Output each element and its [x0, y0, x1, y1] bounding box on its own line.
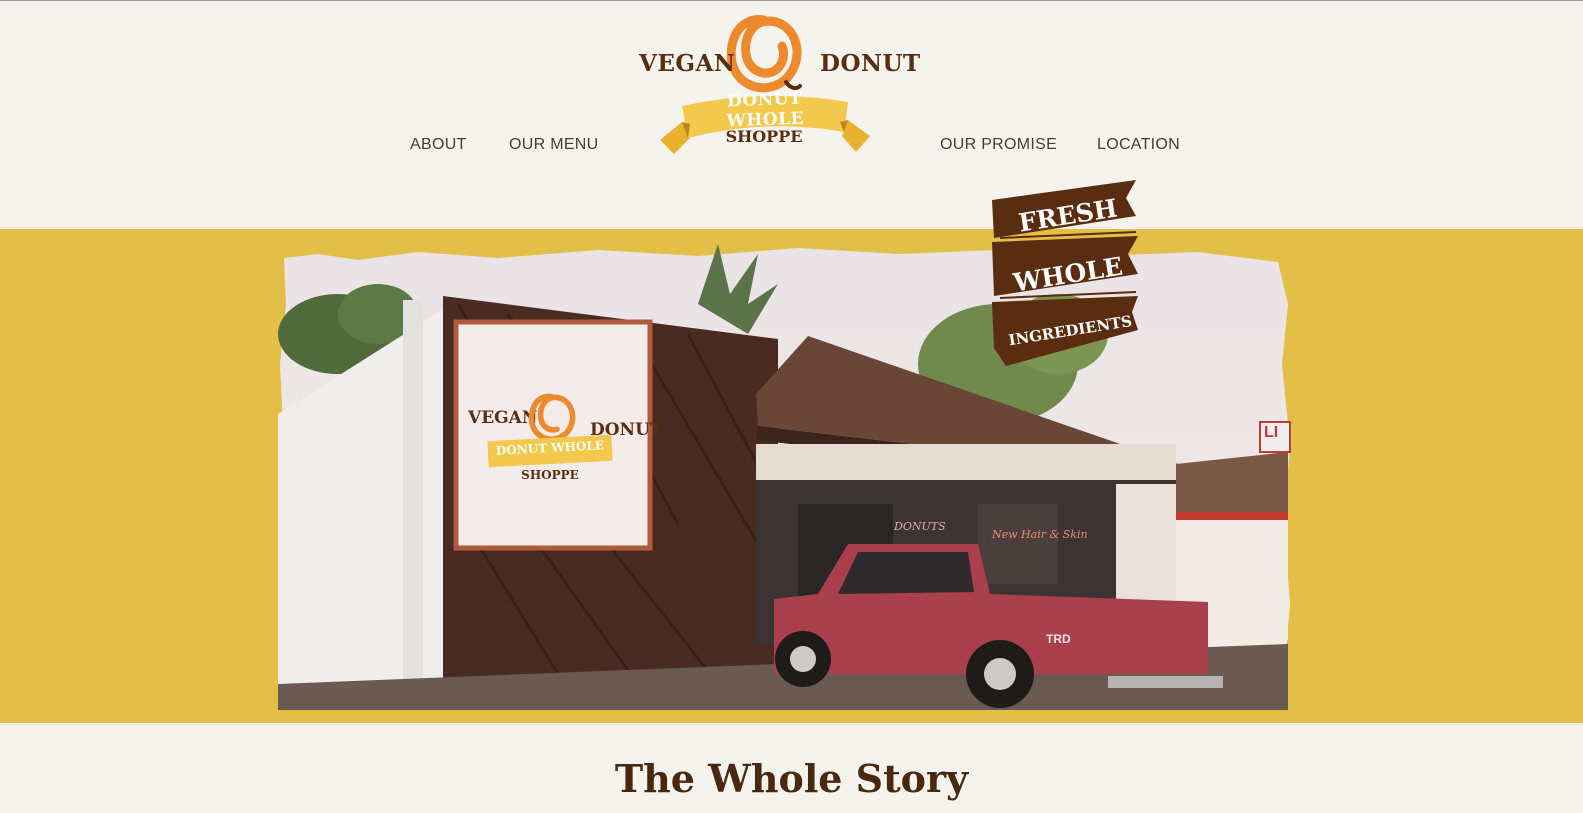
- nav-our-menu[interactable]: OUR MENU: [509, 136, 599, 154]
- logo-word-vegan: VEGAN: [639, 50, 736, 77]
- store-sign-text: LI: [1264, 424, 1279, 441]
- nav-our-promise[interactable]: OUR PROMISE: [940, 136, 1057, 154]
- window-text-hair-skin: New Hair & Skin: [992, 528, 1088, 541]
- logo-subtitle: SHOPPE: [725, 127, 803, 146]
- section-title: The Whole Story: [614, 756, 969, 801]
- logo-ribbon-text: DONUT WHOLE: [726, 88, 805, 132]
- window-text-donuts: DONUTS: [894, 520, 946, 533]
- top-border: [0, 0, 1583, 1]
- truck-badge: TRD: [1046, 632, 1071, 646]
- sign-subtitle: SHOPPE: [521, 468, 579, 482]
- nav-location[interactable]: LOCATION: [1097, 136, 1180, 154]
- logo-word-donut: DONUT: [820, 50, 921, 77]
- site-logo[interactable]: VEGAN DONUT DONUT WHOLE SHOPPE: [630, 6, 920, 156]
- storefront-sign: VEGAN DONUT DONUT WHOLE SHOPPE: [462, 388, 663, 488]
- nav-about[interactable]: ABOUT: [410, 136, 467, 154]
